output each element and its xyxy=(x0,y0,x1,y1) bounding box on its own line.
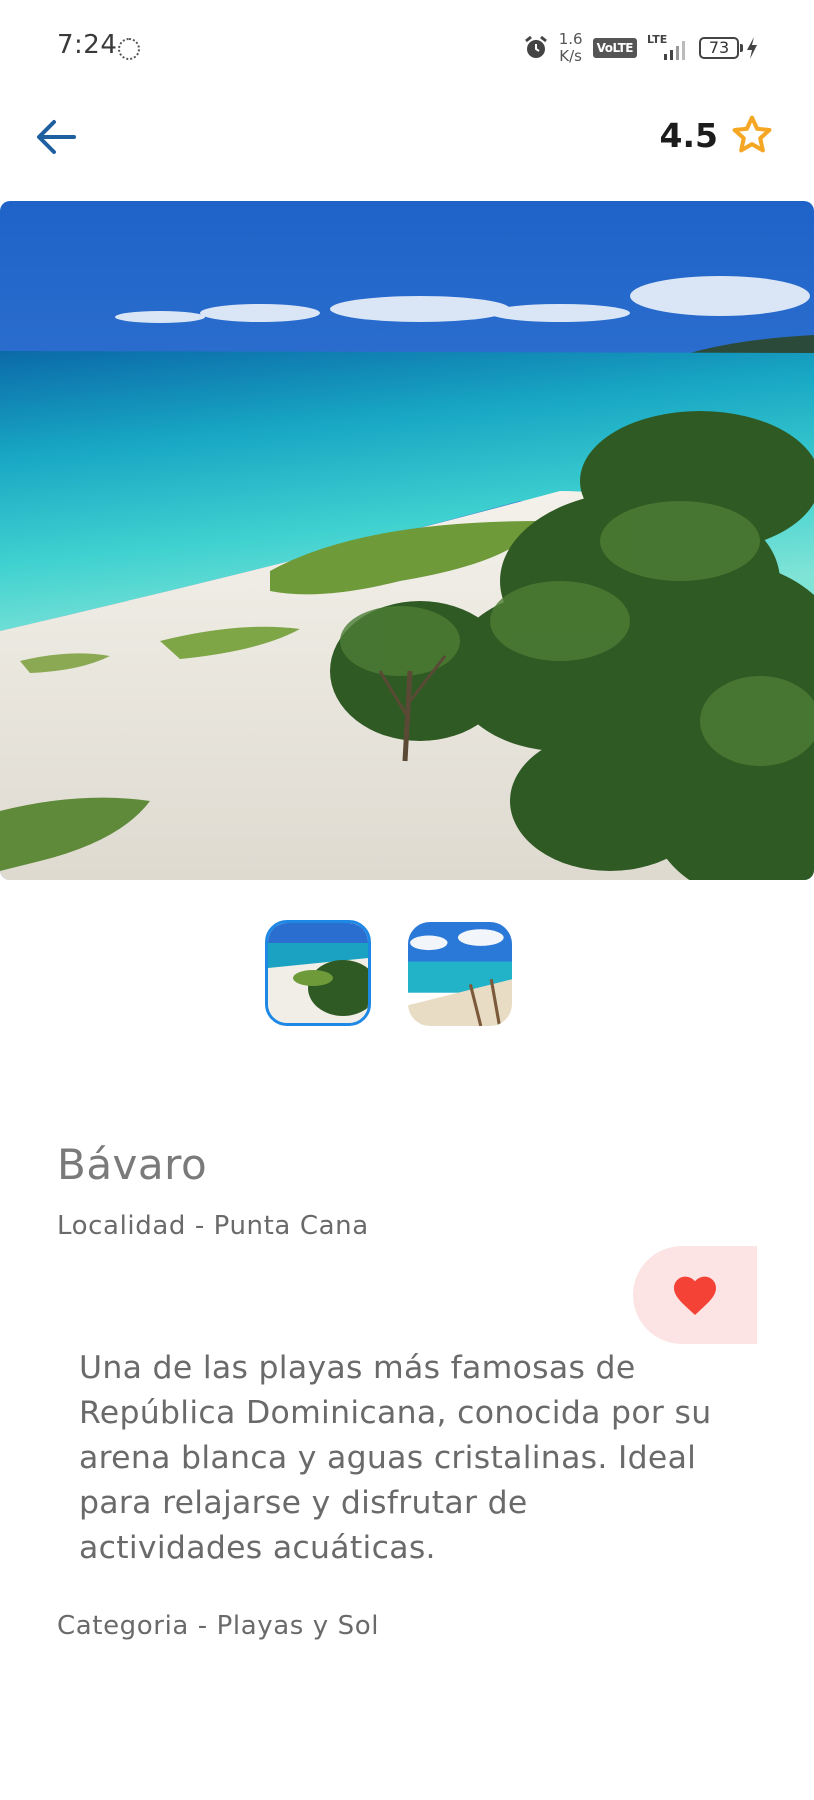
rating: 4.5 xyxy=(660,113,774,157)
network-speed-value: 1.6 xyxy=(558,30,583,48)
place-category: Categoria - Playas y Sol xyxy=(57,1611,380,1641)
battery-level: 73 xyxy=(699,37,739,59)
rating-value: 4.5 xyxy=(659,115,718,155)
signal-bars-icon xyxy=(664,41,685,60)
back-button[interactable] xyxy=(34,117,78,157)
place-description: Una de las playas más famosas de Repúbli… xyxy=(79,1350,712,1566)
favorite-button[interactable] xyxy=(633,1246,757,1344)
thumbnail-strip xyxy=(0,920,814,1028)
alarm-clock-icon xyxy=(524,35,547,58)
volte-badge: VoLTE xyxy=(592,38,637,58)
network-speed-unit: K/s xyxy=(559,47,582,65)
status-icons: 1.6 K/s VoLTE LTE 73 xyxy=(523,26,758,70)
thumbnail-beach-aerial[interactable] xyxy=(265,920,371,1026)
status-time: 7:24 xyxy=(57,30,118,60)
arrow-left-icon xyxy=(37,120,76,154)
beach-boardwalk-thumbnail xyxy=(408,922,512,1026)
battery-tip xyxy=(740,44,743,52)
charging-bolt-icon xyxy=(747,37,757,59)
loading-indicator-icon xyxy=(118,38,140,60)
battery-indicator: 73 xyxy=(699,37,758,59)
status-bar: 7:24 1.6 K/s VoLTE LTE 73 xyxy=(0,0,814,96)
lte-signal: LTE xyxy=(647,33,689,63)
star-outline-icon xyxy=(732,115,772,153)
heart-icon xyxy=(674,1276,716,1315)
beach-aerial-thumbnail xyxy=(268,923,368,1023)
hero-image xyxy=(0,201,814,880)
place-locality: Localidad - Punta Cana xyxy=(57,1211,369,1241)
network-speed: 1.6 K/s xyxy=(559,31,583,65)
thumbnail-beach-boardwalk[interactable] xyxy=(408,922,512,1026)
place-title: Bávaro xyxy=(57,1140,208,1189)
